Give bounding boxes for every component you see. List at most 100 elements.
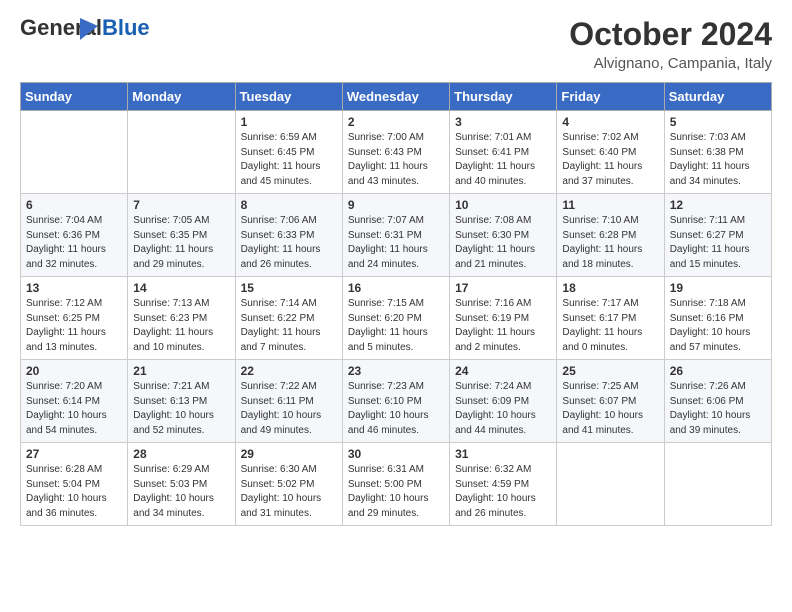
day-info: Sunrise: 7:26 AMSunset: 6:06 PMDaylight:… (670, 380, 766, 438)
calendar-cell: 15Sunrise: 7:14 AMSunset: 6:22 PMDayligh… (235, 277, 342, 360)
day-info: Sunrise: 6:29 AMSunset: 5:03 PMDaylight:… (133, 463, 229, 521)
day-number: 4 (562, 115, 658, 129)
day-info: Sunrise: 7:18 AMSunset: 6:16 PMDaylight:… (670, 297, 766, 355)
day-info: Sunrise: 7:12 AMSunset: 6:25 PMDaylight:… (26, 297, 122, 355)
calendar-week-4: 20 Sunrise: 7:20 AMSunset: 6:14 PMDayligh… (21, 360, 772, 443)
day-number: 1 (241, 115, 337, 129)
calendar-cell: 23 Sunrise: 7:23 AMSunset: 6:10 PMDayligh… (342, 360, 449, 443)
calendar-cell: 2 Sunrise: 7:00 AMSunset: 6:43 PMDaylight… (342, 111, 449, 194)
day-number: 3 (455, 115, 551, 129)
calendar-cell: 17 Sunrise: 7:16 AMSunset: 6:19 PMDayligh… (450, 277, 557, 360)
day-info: Sunrise: 7:06 AMSunset: 6:33 PMDaylight:… (241, 214, 337, 272)
day-info: Sunrise: 7:22 AMSunset: 6:11 PMDaylight:… (241, 380, 337, 438)
day-number: 18 (562, 281, 658, 295)
calendar-cell: 6 Sunrise: 7:04 AMSunset: 6:36 PMDaylight… (21, 194, 128, 277)
day-info: Sunrise: 7:24 AMSunset: 6:09 PMDaylight:… (455, 380, 551, 438)
calendar-cell: 4 Sunrise: 7:02 AMSunset: 6:40 PMDaylight… (557, 111, 664, 194)
day-info: Sunrise: 7:13 AMSunset: 6:23 PMDaylight:… (133, 297, 229, 355)
col-wednesday: Wednesday (342, 83, 449, 111)
day-number: 17 (455, 281, 551, 295)
calendar-cell: 18 Sunrise: 7:17 AMSunset: 6:17 PMDayligh… (557, 277, 664, 360)
day-number: 25 (562, 364, 658, 378)
header-row: Sunday Monday Tuesday Wednesday Thursday… (21, 83, 772, 111)
day-info: Sunrise: 7:15 AMSunset: 6:20 PMDaylight:… (348, 297, 444, 355)
day-info: Sunrise: 7:20 AMSunset: 6:14 PMDaylight:… (26, 380, 122, 438)
day-number: 22 (241, 364, 337, 378)
day-number: 31 (455, 447, 551, 461)
day-number: 8 (241, 198, 337, 212)
day-number: 27 (26, 447, 122, 461)
calendar-cell: 7 Sunrise: 7:05 AMSunset: 6:35 PMDaylight… (128, 194, 235, 277)
calendar-cell: 5 Sunrise: 7:03 AMSunset: 6:38 PMDaylight… (664, 111, 771, 194)
calendar-week-3: 13 Sunrise: 7:12 AMSunset: 6:25 PMDayligh… (21, 277, 772, 360)
day-number: 29 (241, 447, 337, 461)
day-number: 23 (348, 364, 444, 378)
calendar-cell: 12 Sunrise: 7:11 AMSunset: 6:27 PMDayligh… (664, 194, 771, 277)
calendar-cell: 3 Sunrise: 7:01 AMSunset: 6:41 PMDaylight… (450, 111, 557, 194)
day-info: Sunrise: 7:01 AMSunset: 6:41 PMDaylight:… (455, 131, 551, 189)
day-number: 2 (348, 115, 444, 129)
day-info: Sunrise: 6:59 AMSunset: 6:45 PMDaylight:… (241, 131, 337, 189)
day-number: 26 (670, 364, 766, 378)
day-info: Sunrise: 6:31 AMSunset: 5:00 PMDaylight:… (348, 463, 444, 521)
day-number: 6 (26, 198, 122, 212)
day-number: 21 (133, 364, 229, 378)
day-info: Sunrise: 7:16 AMSunset: 6:19 PMDaylight:… (455, 297, 551, 355)
calendar-cell (664, 443, 771, 526)
calendar-cell: 28 Sunrise: 6:29 AMSunset: 5:03 PMDayligh… (128, 443, 235, 526)
calendar-cell: 10 Sunrise: 7:08 AMSunset: 6:30 PMDayligh… (450, 194, 557, 277)
calendar-cell: 11Sunrise: 7:10 AMSunset: 6:28 PMDayligh… (557, 194, 664, 277)
day-info: Sunrise: 7:25 AMSunset: 6:07 PMDaylight:… (562, 380, 658, 438)
calendar-cell: 14Sunrise: 7:13 AMSunset: 6:23 PMDayligh… (128, 277, 235, 360)
day-info: Sunrise: 7:00 AMSunset: 6:43 PMDaylight:… (348, 131, 444, 189)
day-info: Sunrise: 7:05 AMSunset: 6:35 PMDaylight:… (133, 214, 229, 272)
day-number: 13 (26, 281, 122, 295)
page: GeneralBlue October 2024 Alvignano, Camp… (0, 0, 792, 546)
day-number: 10 (455, 198, 551, 212)
day-number: 9 (348, 198, 444, 212)
day-info: Sunrise: 6:30 AMSunset: 5:02 PMDaylight:… (241, 463, 337, 521)
calendar: Sunday Monday Tuesday Wednesday Thursday… (20, 82, 772, 526)
day-number: 24 (455, 364, 551, 378)
day-info: Sunrise: 7:10 AMSunset: 6:28 PMDaylight:… (562, 214, 658, 272)
calendar-cell: 21 Sunrise: 7:21 AMSunset: 6:13 PMDayligh… (128, 360, 235, 443)
day-number: 12 (670, 198, 766, 212)
day-info: Sunrise: 7:11 AMSunset: 6:27 PMDaylight:… (670, 214, 766, 272)
calendar-cell: 16 Sunrise: 7:15 AMSunset: 6:20 PMDayligh… (342, 277, 449, 360)
day-info: Sunrise: 7:08 AMSunset: 6:30 PMDaylight:… (455, 214, 551, 272)
col-saturday: Saturday (664, 83, 771, 111)
calendar-cell: 9Sunrise: 7:07 AMSunset: 6:31 PMDaylight… (342, 194, 449, 277)
day-number: 5 (670, 115, 766, 129)
day-number: 7 (133, 198, 229, 212)
logo-blue: Blue (102, 15, 150, 40)
calendar-cell: 24 Sunrise: 7:24 AMSunset: 6:09 PMDayligh… (450, 360, 557, 443)
day-info: Sunrise: 7:17 AMSunset: 6:17 PMDaylight:… (562, 297, 658, 355)
day-number: 15 (241, 281, 337, 295)
day-info: Sunrise: 6:32 AMSunset: 4:59 PMDaylight:… (455, 463, 551, 521)
day-info: Sunrise: 7:02 AMSunset: 6:40 PMDaylight:… (562, 131, 658, 189)
col-thursday: Thursday (450, 83, 557, 111)
day-number: 16 (348, 281, 444, 295)
day-info: Sunrise: 7:21 AMSunset: 6:13 PMDaylight:… (133, 380, 229, 438)
location: Alvignano, Campania, Italy (569, 55, 772, 72)
calendar-cell: 22 Sunrise: 7:22 AMSunset: 6:11 PMDayligh… (235, 360, 342, 443)
day-info: Sunrise: 7:04 AMSunset: 6:36 PMDaylight:… (26, 214, 122, 272)
title-block: October 2024 Alvignano, Campania, Italy (569, 16, 772, 72)
day-info: Sunrise: 7:23 AMSunset: 6:10 PMDaylight:… (348, 380, 444, 438)
day-number: 28 (133, 447, 229, 461)
calendar-cell: 27Sunrise: 6:28 AMSunset: 5:04 PMDayligh… (21, 443, 128, 526)
col-sunday: Sunday (21, 83, 128, 111)
calendar-cell (128, 111, 235, 194)
month-title: October 2024 (569, 16, 772, 53)
calendar-cell: 1 Sunrise: 6:59 AMSunset: 6:45 PMDaylight… (235, 111, 342, 194)
calendar-week-2: 6 Sunrise: 7:04 AMSunset: 6:36 PMDaylight… (21, 194, 772, 277)
header: GeneralBlue October 2024 Alvignano, Camp… (20, 16, 772, 72)
calendar-cell: 20 Sunrise: 7:20 AMSunset: 6:14 PMDayligh… (21, 360, 128, 443)
calendar-week-5: 27Sunrise: 6:28 AMSunset: 5:04 PMDayligh… (21, 443, 772, 526)
day-number: 20 (26, 364, 122, 378)
calendar-cell: 31 Sunrise: 6:32 AMSunset: 4:59 PMDayligh… (450, 443, 557, 526)
calendar-cell: 19Sunrise: 7:18 AMSunset: 6:16 PMDayligh… (664, 277, 771, 360)
day-info: Sunrise: 7:03 AMSunset: 6:38 PMDaylight:… (670, 131, 766, 189)
col-monday: Monday (128, 83, 235, 111)
calendar-cell: 8 Sunrise: 7:06 AMSunset: 6:33 PMDaylight… (235, 194, 342, 277)
